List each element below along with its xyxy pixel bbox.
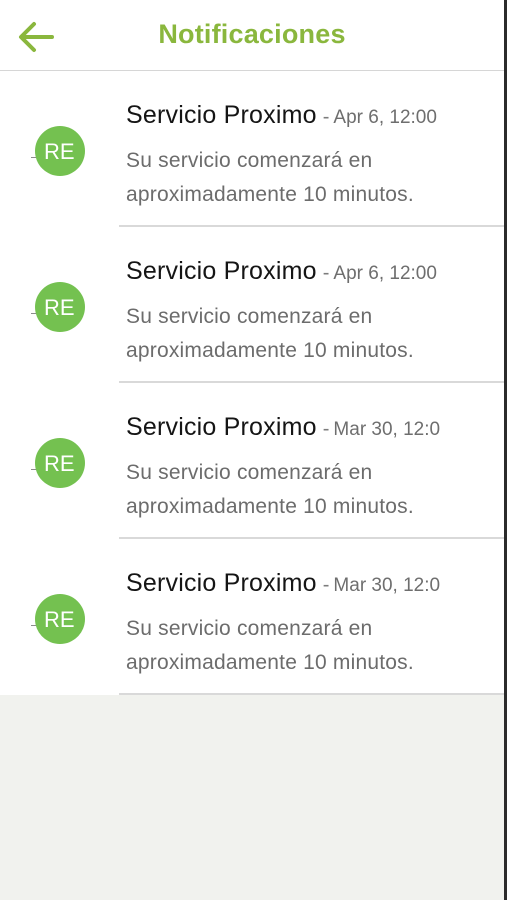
notification-timestamp: Mar 30, 12:0 — [333, 419, 441, 440]
notification-title: Servicio Proximo — [126, 569, 317, 597]
notification-list: RE Servicio Proximo - Apr 6, 12:00 Su serv… — [0, 71, 504, 695]
svg-text:RE: RE — [44, 607, 75, 632]
notification-timestamp: Apr 6, 12:00 — [333, 263, 437, 284]
avatar-logo-icon: RE — [35, 282, 85, 332]
notification-title: Servicio Proximo — [126, 101, 317, 129]
notification-item[interactable]: RE Servicio Proximo - Apr 6, 12:00 Su serv… — [0, 71, 504, 227]
svg-text:RE: RE — [44, 295, 75, 320]
title-separator: - — [322, 418, 330, 440]
page-title: Notificaciones — [158, 19, 346, 49]
notification-timestamp: Apr 6, 12:00 — [333, 107, 437, 128]
notification-item[interactable]: RE Servicio Proximo - Mar 30, 12:0 Su serv… — [0, 383, 504, 539]
notification-header: Servicio Proximo - Mar 30, 12:0 — [126, 569, 496, 598]
title-separator: - — [322, 574, 330, 596]
notification-item[interactable]: RE Servicio Proximo - Apr 6, 12:00 Su serv… — [0, 227, 504, 383]
notification-header: Servicio Proximo - Mar 30, 12:0 — [126, 413, 496, 442]
svg-text:RE: RE — [44, 139, 75, 164]
notification-timestamp: Mar 30, 12:0 — [333, 575, 441, 596]
notification-title: Servicio Proximo — [126, 413, 317, 441]
notification-header: Servicio Proximo - Apr 6, 12:00 — [126, 101, 496, 130]
notification-message: Su servicio comenzará en aproximadamente… — [126, 461, 414, 518]
app-header: Notificaciones — [0, 0, 504, 71]
notification-message: Su servicio comenzará en aproximadamente… — [126, 617, 414, 674]
title-separator: - — [322, 106, 330, 128]
notification-message: Su servicio comenzará en aproximadamente… — [126, 305, 414, 362]
notification-title: Servicio Proximo — [126, 257, 317, 285]
svg-text:RE: RE — [44, 451, 75, 476]
title-separator: - — [322, 262, 330, 284]
avatar-logo-icon: RE — [35, 126, 85, 176]
notification-item[interactable]: RE Servicio Proximo - Mar 30, 12:0 Su serv… — [0, 539, 504, 695]
notification-message: Su servicio comenzará en aproximadamente… — [126, 149, 414, 206]
divider — [119, 693, 504, 695]
avatar-logo-icon: RE — [35, 594, 85, 644]
notification-header: Servicio Proximo - Apr 6, 12:00 — [126, 257, 496, 286]
avatar-logo-icon: RE — [35, 438, 85, 488]
